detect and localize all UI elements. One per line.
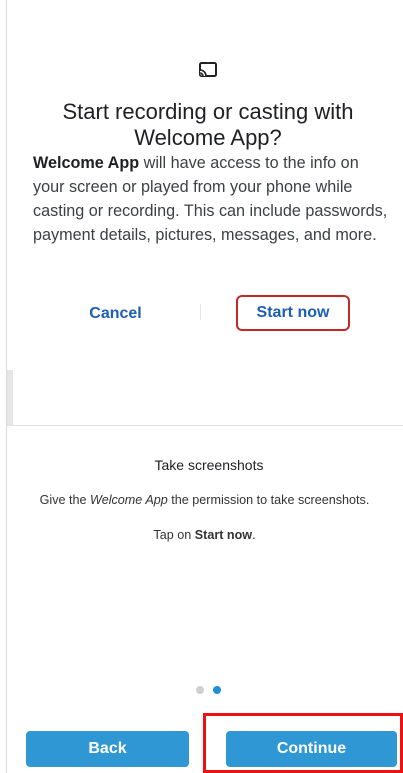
page-dot-1 bbox=[196, 686, 204, 694]
dialog-app-name: Welcome App bbox=[33, 154, 140, 172]
permission-info: Give the Welcome App the permission to t… bbox=[6, 493, 403, 507]
tap-prefix: Tap on bbox=[153, 528, 195, 542]
info-app-name: Welcome App bbox=[90, 493, 168, 507]
back-button[interactable]: Back bbox=[26, 731, 189, 767]
button-divider bbox=[200, 304, 201, 320]
dialog-edge bbox=[7, 370, 13, 425]
page-indicator bbox=[196, 686, 226, 696]
page-dot-2-active bbox=[213, 686, 221, 694]
tap-target: Start now bbox=[194, 528, 253, 542]
tap-suffix: . bbox=[252, 528, 256, 542]
start-now-button[interactable]: Start now bbox=[236, 295, 350, 331]
dialog-body: Welcome App will have access to the info… bbox=[33, 151, 388, 247]
page-heading: Take screenshots bbox=[154, 457, 264, 473]
cast-icon bbox=[199, 62, 217, 77]
cancel-button[interactable]: Cancel bbox=[73, 301, 158, 327]
info-suffix: the permission to take screenshots. bbox=[167, 493, 370, 507]
info-prefix: Give the bbox=[39, 493, 91, 507]
tap-instruction: Tap on Start now. bbox=[6, 528, 403, 542]
dialog-title: Start recording or casting with Welcome … bbox=[62, 99, 354, 150]
continue-button[interactable]: Continue bbox=[226, 731, 397, 767]
